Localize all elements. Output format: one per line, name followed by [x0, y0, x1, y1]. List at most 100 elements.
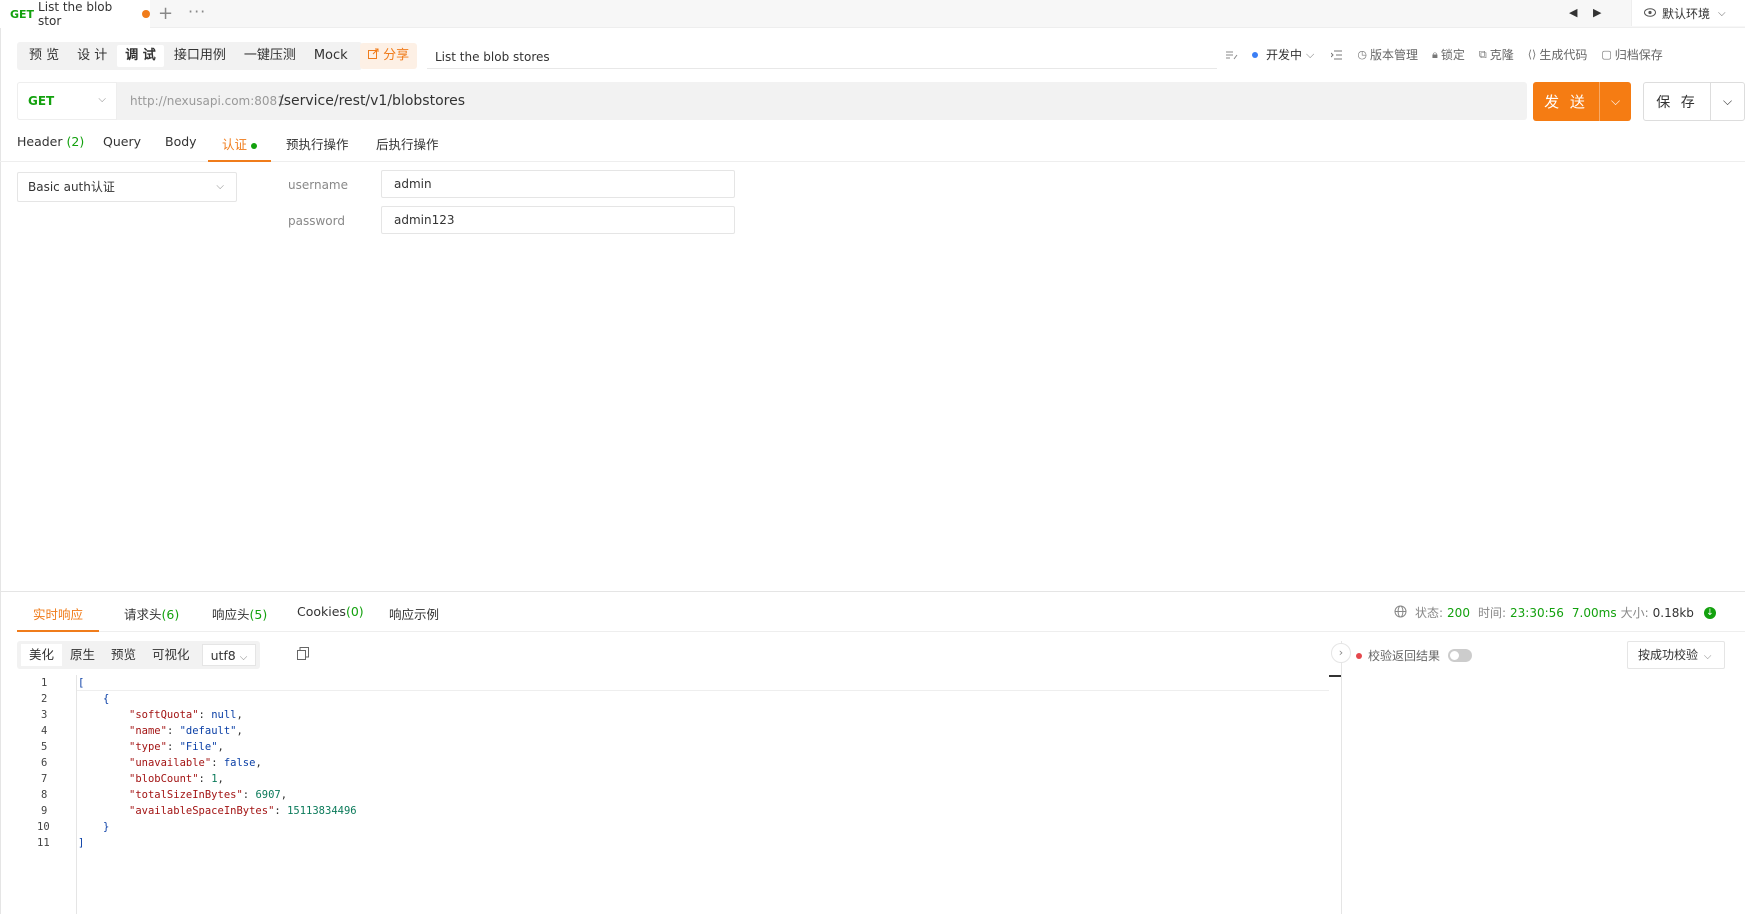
- tab-body[interactable]: Body: [165, 134, 197, 162]
- tab-request-headers[interactable]: 请求头(6): [124, 604, 179, 632]
- tab-post-operation[interactable]: 后执行操作: [376, 134, 439, 162]
- auth-set-dot-icon: [251, 142, 258, 149]
- code-line: "name": "default",: [129, 725, 243, 737]
- tab-realtime-response[interactable]: 实时响应: [17, 604, 100, 632]
- format-raw[interactable]: 原生: [62, 644, 103, 666]
- line-number: 1: [41, 677, 48, 689]
- tab-title: List the blob stor: [38, 0, 113, 28]
- method-label: GET: [28, 94, 55, 108]
- username-field[interactable]: admin: [381, 170, 735, 198]
- tab-response-headers[interactable]: 响应头(5): [212, 604, 267, 632]
- line-number: 6: [41, 757, 48, 769]
- tab-cookies[interactable]: Cookies(0): [297, 604, 364, 632]
- archive-save-label: 归档保存: [1614, 48, 1663, 62]
- validate-status-dot-icon: [1356, 652, 1362, 659]
- format-pretty[interactable]: 美化: [21, 644, 63, 666]
- environment-selector[interactable]: 默认环境 ⌵: [1631, 0, 1745, 26]
- api-actions: 开发中 ⌵ ◷ 版本管理 🔒︎ 锁定 ⧉ 克隆 ⟨⟩ 生成代码 ▢ 归档保存: [1226, 46, 1677, 63]
- mode-toolbar: 预 览 设 计 调 试 接口用例 一键压测 Mock: [17, 42, 362, 70]
- method-select[interactable]: GET ⌵: [17, 82, 117, 120]
- copy-icon[interactable]: [297, 647, 309, 664]
- validate-response: 校验返回结果: [1356, 647, 1473, 664]
- json-value: "default": [179, 725, 237, 737]
- code-line: "softQuota": null,: [129, 709, 243, 721]
- side-panel-divider: [1341, 641, 1342, 914]
- mode-tab-design[interactable]: 设 计: [69, 45, 115, 67]
- duration-value: 7.00ms: [1571, 605, 1617, 620]
- line-number: 3: [41, 709, 48, 721]
- base-url: http://nexusapi.com:8081: [130, 94, 285, 108]
- json-key: "type": [129, 741, 167, 753]
- new-tab-plus-icon[interactable]: +: [158, 3, 173, 24]
- status-label: 开发中: [1266, 48, 1303, 62]
- globe-icon: [1394, 605, 1407, 621]
- editor-scrollbar[interactable]: [1329, 675, 1341, 677]
- generate-code-button[interactable]: ⟨⟩ 生成代码: [1528, 46, 1588, 63]
- format-bar: 美化 原生 预览 可视化 utf8 ⌵: [17, 641, 261, 669]
- chevron-down-icon: ⌵: [216, 181, 224, 192]
- line-number: 10: [37, 821, 50, 833]
- request-tab[interactable]: GET List the blob stor: [0, 0, 150, 28]
- more-tabs-icon[interactable]: ···: [188, 2, 206, 21]
- format-preview[interactable]: 预览: [103, 644, 144, 666]
- line-number: 8: [41, 789, 48, 801]
- line-number: 4: [41, 725, 48, 737]
- share-button[interactable]: 分享: [360, 43, 418, 69]
- cookies-count: (0): [345, 604, 364, 619]
- tab-header-label: Header: [17, 134, 63, 149]
- clone-button[interactable]: ⧉ 克隆: [1479, 46, 1514, 63]
- url-path-input[interactable]: /service/rest/v1/blobstores: [279, 93, 465, 109]
- encoding-select[interactable]: utf8 ⌵: [201, 644, 257, 666]
- validate-mode-select[interactable]: 按成功校验 ⌵: [1627, 641, 1725, 669]
- archive-icon: ▢: [1601, 48, 1612, 61]
- cookies-label: Cookies: [297, 604, 346, 619]
- json-comma: ,: [236, 725, 243, 737]
- tab-auth[interactable]: 认证: [208, 134, 272, 162]
- prev-tab-icon[interactable]: ◀: [1569, 6, 1577, 19]
- response-body-editor[interactable]: 1 2 3 4 5 6 7 8 9 10 11 [ { "softQuota":…: [17, 675, 1329, 914]
- size-value: 0.18kb: [1652, 605, 1694, 620]
- json-key: "softQuota": [129, 709, 199, 721]
- code-line: "unavailable": false,: [129, 757, 262, 769]
- send-dropdown-icon[interactable]: ⌵: [1600, 94, 1631, 109]
- lock-label: 锁定: [1440, 48, 1465, 62]
- lock-button[interactable]: 🔒︎ 锁定: [1432, 46, 1465, 63]
- validate-toggle[interactable]: [1448, 649, 1473, 662]
- clone-label: 克隆: [1489, 48, 1514, 62]
- mode-tab-stress-test[interactable]: 一键压测: [236, 45, 304, 67]
- version-button[interactable]: ◷ 版本管理: [1357, 46, 1418, 63]
- tab-query[interactable]: Query: [103, 134, 141, 162]
- response-divider[interactable]: [0, 591, 1745, 592]
- req-headers-label: 请求头: [124, 607, 162, 622]
- outline-icon[interactable]: [1331, 50, 1343, 60]
- line-number: 11: [37, 837, 50, 849]
- password-field[interactable]: admin123: [381, 206, 735, 234]
- status-selector[interactable]: 开发中 ⌵: [1252, 46, 1317, 63]
- chevron-down-icon: ⌵: [1718, 7, 1726, 19]
- json-comma: ,: [236, 709, 243, 721]
- mode-tab-preview[interactable]: 预 览: [21, 45, 67, 67]
- size-label: 大小:: [1620, 606, 1649, 620]
- chevron-down-icon: ⌵: [1306, 47, 1315, 61]
- tab-pre-operation[interactable]: 预执行操作: [286, 134, 349, 162]
- archive-save-button[interactable]: ▢ 归档保存: [1601, 46, 1662, 63]
- download-icon[interactable]: ↓: [1703, 606, 1716, 619]
- api-description-field[interactable]: List the blob stores: [427, 45, 1217, 69]
- save-button[interactable]: 保 存 ⌵: [1643, 82, 1745, 121]
- line-number: 7: [41, 773, 48, 785]
- format-visualize[interactable]: 可视化: [144, 644, 198, 666]
- mode-tab-cases[interactable]: 接口用例: [166, 45, 234, 67]
- tab-header[interactable]: Header (2): [17, 134, 84, 162]
- edit-icon[interactable]: [1226, 50, 1238, 60]
- send-button[interactable]: 发 送 ⌵: [1533, 82, 1631, 121]
- collapse-panel-chevron-right-icon[interactable]: ›: [1331, 643, 1351, 663]
- save-dropdown-icon[interactable]: ⌵: [1711, 94, 1744, 109]
- auth-type-select[interactable]: Basic auth认证 ⌵: [17, 172, 237, 202]
- active-line: [77, 675, 1329, 691]
- share-label: 分享: [383, 48, 410, 63]
- mode-tab-debug[interactable]: 调 试: [117, 45, 164, 67]
- resp-headers-count: (5): [249, 607, 268, 622]
- mode-tab-mock[interactable]: Mock: [306, 45, 356, 67]
- tab-response-example[interactable]: 响应示例: [389, 604, 439, 632]
- next-tab-icon[interactable]: ▶: [1593, 6, 1601, 19]
